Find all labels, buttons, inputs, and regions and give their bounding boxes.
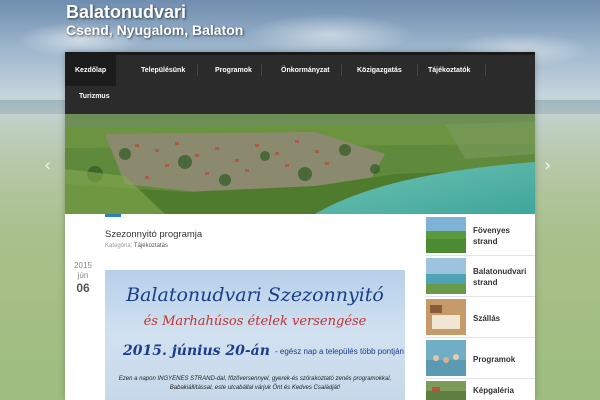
nav-item-kozigazgatas[interactable]: Közigazgatás — [347, 55, 412, 86]
post-meta-prefix: Kategória: — [105, 243, 133, 249]
sidebar-item-label: Programok — [473, 354, 516, 364]
sidebar-item-szallas[interactable]: Szállás — [425, 298, 535, 338]
chevron-right-icon[interactable]: › — [544, 155, 551, 176]
fovenyes-strand-thumbnail — [426, 217, 466, 253]
nav-separator — [197, 64, 198, 76]
kepgaleria-thumbnail — [426, 381, 466, 400]
poster-title: Balatonudvari Szezonnyitó — [126, 284, 384, 306]
balatonudvari-strand-thumbnail — [426, 258, 466, 294]
poster-description: Ezen a napon INGYENES STRAND-dal, főzőve… — [118, 376, 392, 391]
nav-item-telepulesunk[interactable]: Településünk — [131, 55, 195, 86]
post-meta: Kategória: Tájékoztatás — [105, 243, 168, 249]
sidebar-item-kepgaleria[interactable]: Képgaléria — [425, 380, 535, 400]
nav-separator — [485, 64, 486, 76]
post-date-year: 2015 — [74, 261, 92, 270]
site-title[interactable]: Balatonudvari — [66, 2, 186, 23]
nav-item-tajekoztatok[interactable]: Tájékoztatók — [418, 55, 480, 86]
nav-separator — [341, 64, 342, 76]
poster-date-details: - egész nap a település több pontján — [275, 347, 404, 356]
poster-date: 2015. június 20-án — [123, 343, 270, 359]
post-date-day: 06 — [76, 281, 90, 295]
nav-separator — [261, 64, 262, 76]
aerial-village-photo — [65, 114, 535, 214]
sidebar-item-fovenyes-strand[interactable]: Fövenyes strand — [425, 216, 535, 256]
main-nav: Kezdőlap Településünk Programok Önkormán… — [65, 52, 535, 114]
sidebar-item-programok[interactable]: Programok — [425, 339, 535, 379]
sidebar-item-label: Fövenyes strand — [473, 226, 510, 246]
main-wrapper: Kezdőlap Településünk Programok Önkormán… — [65, 52, 535, 400]
sidebar-widget: Fövenyes strand Balatonudvari strand Szá… — [425, 216, 535, 400]
programok-thumbnail — [426, 340, 466, 376]
sidebar-item-label: Képgaléria — [473, 385, 514, 395]
active-tab-indicator — [105, 214, 121, 217]
sidebar-item-balatonudvari-strand[interactable]: Balatonudvari strand — [425, 257, 535, 297]
sidebar-item-label: Balatonudvari strand — [473, 267, 527, 287]
site-tagline: Csend, Nyugalom, Balaton — [66, 22, 244, 38]
nav-item-turizmus[interactable]: Turizmus — [69, 81, 120, 112]
chevron-left-icon[interactable]: ‹ — [44, 155, 51, 176]
sidebar-item-label: Szállás — [473, 313, 501, 323]
hero-slider-image[interactable] — [65, 114, 535, 214]
nav-item-onkormanyzat[interactable]: Önkormányzat — [271, 55, 340, 86]
poster-subtitle: és Marhahúsos ételek versengése — [143, 314, 367, 329]
szallas-thumbnail — [426, 299, 466, 335]
post-title[interactable]: Szezonnyitó programja — [105, 229, 202, 240]
event-poster-image[interactable]: Balatonudvari Szezonnyitó és Marhahúsos … — [105, 270, 405, 400]
post-date-month: jún — [77, 271, 89, 280]
post-category-link[interactable]: Tájékoztatás — [134, 243, 168, 249]
nav-item-programok[interactable]: Programok — [205, 55, 262, 86]
